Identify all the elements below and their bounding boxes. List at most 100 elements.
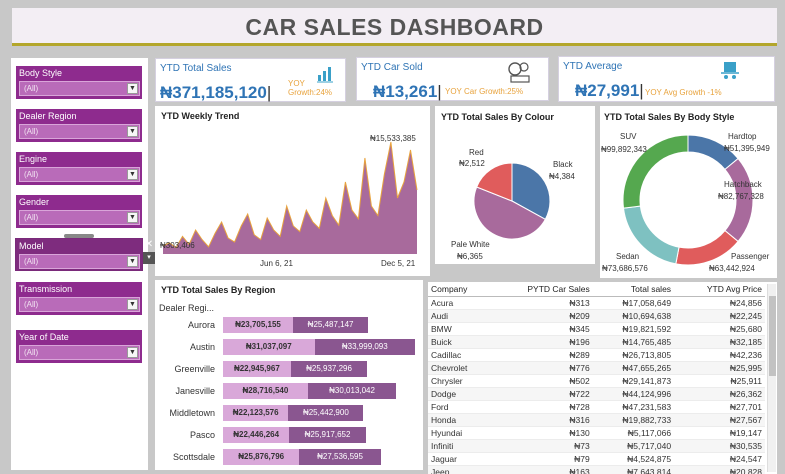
column-header[interactable]: Total sales (592, 282, 675, 297)
more-options-icon[interactable]: ▾ (143, 252, 155, 264)
region-bar-current[interactable]: ₦30,013,042 (307, 383, 397, 399)
region-bar-previous[interactable]: ₦22,446,264 (223, 427, 290, 443)
ytd-avg-price-cell: ₦42,236 (674, 348, 765, 362)
x-tick-label: Jun 6, 21 (260, 259, 293, 268)
region-row[interactable]: Janesville ₦28,716,540 ₦30,013,042 (155, 383, 423, 399)
scrollbar-thumb[interactable] (769, 296, 776, 376)
table-row[interactable]: Dodge ₦722 ₦44,124,996 ₦26,362 (428, 387, 765, 401)
total-sales-cell: ₦14,765,485 (592, 335, 675, 349)
pytd-car-sales-cell: ₦728 (491, 400, 593, 414)
table-row[interactable]: Audi ₦209 ₦10,694,638 ₦22,245 (428, 309, 765, 323)
weekly-area-chart (162, 141, 418, 254)
slice-value: ₦99,892,343 (601, 145, 647, 154)
slicer-engine[interactable]: Engine (All) ▼ (16, 152, 142, 185)
pytd-car-sales-cell: ₦289 (491, 348, 593, 362)
slicer-transmission[interactable]: Transmission (All) ▼ (16, 282, 142, 315)
slicer-dropdown[interactable]: (All) ▼ (19, 297, 140, 312)
kpi-value-text: ₦371,185,120 (160, 83, 267, 102)
company-table-panel: Company PYTD Car Sales Total sales YTD A… (428, 282, 777, 474)
table-row[interactable]: Jeep ₦163 ₦7,643,814 ₦20,828 (428, 465, 765, 474)
region-row[interactable]: Austin ₦31,037,097 ₦33,999,093 (155, 339, 423, 355)
region-row[interactable]: Pasco ₦22,446,264 ₦25,917,652 (155, 427, 423, 443)
slicer-dropdown[interactable]: (All) ▼ (19, 124, 140, 139)
total-sales-cell: ₦47,231,583 (592, 400, 675, 414)
column-header[interactable]: PYTD Car Sales (491, 282, 593, 297)
column-header[interactable]: Company (428, 282, 492, 297)
chevron-down-icon[interactable]: ▼ (127, 83, 138, 94)
region-name: Aurora (187, 320, 215, 330)
company-cell: Infiniti (428, 439, 492, 453)
table-row[interactable]: BMW ₦345 ₦19,821,592 ₦25,680 (428, 322, 765, 336)
table-row[interactable]: Chevrolet ₦776 ₦47,655,265 ₦25,995 (428, 361, 765, 375)
chevron-down-icon[interactable]: ▼ (127, 256, 138, 267)
region-row[interactable]: Greenville ₦22,945,967 ₦25,937,296 (155, 361, 423, 377)
pytd-car-sales-cell: ₦313 (491, 296, 593, 310)
total-sales-cell: ₦10,694,638 (592, 309, 675, 323)
x-tick-label: Dec 5, 21 (381, 259, 416, 268)
region-bar-previous[interactable]: ₦31,037,097 (223, 339, 315, 355)
chart-title: YTD Total Sales By Region (161, 285, 276, 295)
column-header[interactable]: YTD Avg Price (674, 282, 765, 297)
table-scrollbar[interactable] (767, 284, 776, 472)
chevron-down-icon[interactable]: ▼ (127, 212, 138, 223)
table-row[interactable]: Cadillac ₦289 ₦26,713,805 ₦42,236 (428, 348, 765, 362)
slicer-dropdown[interactable]: (All) ▼ (19, 81, 140, 96)
region-bar-current[interactable]: ₦25,917,652 (289, 427, 366, 443)
chevron-down-icon[interactable]: ▼ (127, 169, 138, 180)
slicer-dropdown[interactable]: (All) ▼ (19, 210, 140, 225)
pytd-car-sales-cell: ₦130 (491, 426, 593, 440)
table-row[interactable]: Jaguar ₦79 ₦4,524,875 ₦24,547 (428, 452, 765, 466)
region-bar-current[interactable]: ₦25,487,147 (292, 317, 369, 333)
slicer-gender[interactable]: Gender (All) ▼ (16, 195, 142, 228)
close-icon[interactable]: ✕ (143, 239, 155, 251)
slice-label: Hatchback (724, 180, 762, 189)
slicer-model[interactable]: Model (All) ▼ (15, 238, 143, 271)
region-bar-previous[interactable]: ₦22,945,967 (223, 361, 291, 377)
slicer-dropdown[interactable]: (All) ▼ (19, 345, 140, 360)
company-cell: Chevrolet (428, 361, 492, 375)
axis-header: Dealer Regi... (159, 303, 215, 313)
slice-label: Hardtop (728, 132, 757, 141)
region-bar-previous[interactable]: ₦25,876,796 (223, 449, 300, 465)
slicer-dealer-region[interactable]: Dealer Region (All) ▼ (16, 109, 142, 142)
table-row[interactable]: Buick ₦196 ₦14,765,485 ₦32,185 (428, 335, 765, 349)
chevron-down-icon[interactable]: ▼ (127, 126, 138, 137)
company-cell: Jaguar (428, 452, 492, 466)
region-bar-current[interactable]: ₦27,536,595 (299, 449, 381, 465)
slicer-label: Year of Date (19, 332, 69, 342)
kpi-separator: | (437, 82, 442, 101)
resize-handle[interactable] (64, 234, 94, 238)
kpi-title: YTD Total Sales (160, 63, 232, 74)
total-sales-cell: ₦26,713,805 (592, 348, 675, 362)
region-row[interactable]: Scottsdale ₦25,876,796 ₦27,536,595 (155, 449, 423, 465)
region-bar-current[interactable]: ₦25,937,296 (290, 361, 368, 377)
table-row[interactable]: Ford ₦728 ₦47,231,583 ₦27,701 (428, 400, 765, 414)
kpi-card-total-sales: YTD Total Sales ₦371,185,120| YOY Growth… (155, 58, 346, 102)
slicer-dropdown[interactable]: (All) ▼ (19, 167, 140, 182)
region-bar-previous[interactable]: ₦22,123,576 (223, 405, 289, 421)
table-row[interactable]: Honda ₦316 ₦19,882,733 ₦27,567 (428, 413, 765, 427)
region-bar-previous[interactable]: ₦23,705,155 (223, 317, 293, 333)
region-name: Middletown (169, 408, 215, 418)
table-row[interactable]: Acura ₦313 ₦17,058,649 ₦24,856 (428, 296, 765, 310)
slice-passenger[interactable] (675, 229, 739, 266)
chevron-down-icon[interactable]: ▼ (127, 347, 138, 358)
kpi-value: ₦27,991| (575, 81, 644, 101)
slicer-dropdown[interactable]: (All) ▼ (19, 254, 140, 269)
region-bar-current[interactable]: ₦25,442,900 (288, 405, 364, 421)
table-row[interactable]: Chrysler ₦502 ₦29,141,873 ₦25,911 (428, 374, 765, 388)
kpi-title: YTD Car Sold (361, 62, 423, 73)
region-bar-previous[interactable]: ₦28,716,540 (223, 383, 308, 399)
chevron-down-icon[interactable]: ▼ (127, 299, 138, 310)
table-row[interactable]: Hyundai ₦130 ₦5,117,066 ₦19,147 (428, 426, 765, 440)
region-bar-current[interactable]: ₦33,999,093 (314, 339, 415, 355)
region-row[interactable]: Aurora ₦23,705,155 ₦25,487,147 (155, 317, 423, 333)
pytd-car-sales-cell: ₦502 (491, 374, 593, 388)
slice-label: SUV (620, 132, 637, 141)
slicer-year-of-date[interactable]: Year of Date (All) ▼ (16, 330, 142, 363)
slicer-body-style[interactable]: Body Style (All) ▼ (16, 66, 142, 99)
slice-value: ₦82,767,328 (718, 192, 764, 201)
table-row[interactable]: Infiniti ₦73 ₦5,717,040 ₦30,535 (428, 439, 765, 453)
company-cell: Acura (428, 296, 492, 310)
region-row[interactable]: Middletown ₦22,123,576 ₦25,442,900 (155, 405, 423, 421)
